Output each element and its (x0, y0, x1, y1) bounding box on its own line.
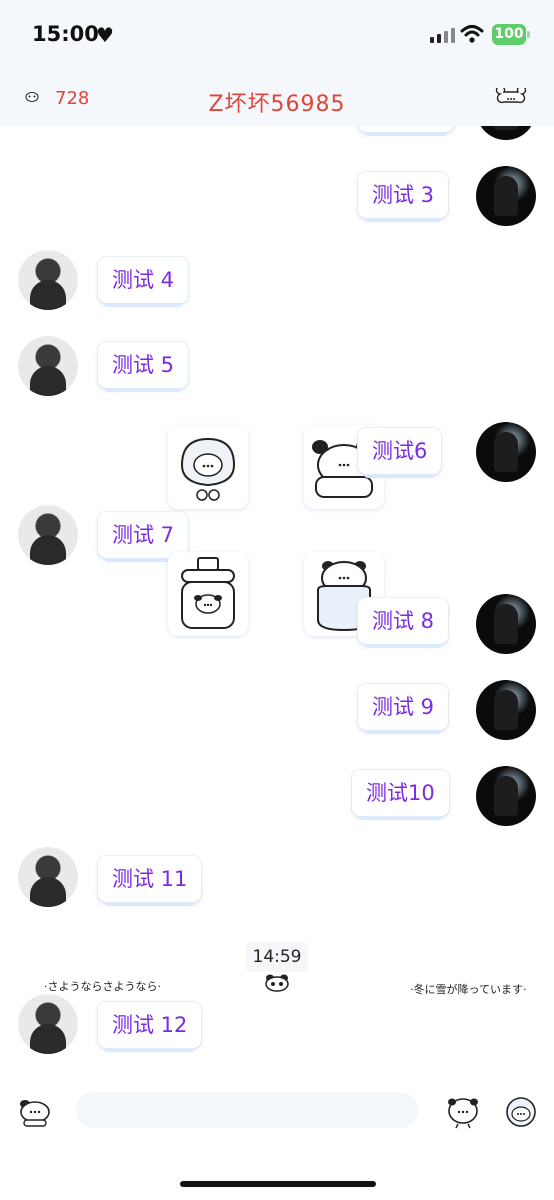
plus-icon[interactable] (504, 1094, 538, 1130)
avatar-contact[interactable] (18, 250, 78, 310)
decoration-text-right: ·冬に雪が降っています· (410, 983, 527, 996)
chat-title: Z坏坏56985 (208, 92, 346, 117)
status-time: 15:00 (32, 22, 99, 46)
avatar-contact[interactable] (18, 847, 78, 907)
status-bar: 15:00 ♥ 100 (0, 0, 554, 68)
avatar-self[interactable] (476, 766, 536, 826)
message-bubble[interactable]: 测试 11 (98, 856, 202, 906)
avatar-contact[interactable] (18, 336, 78, 396)
message-bubble[interactable]: 测试 3 (358, 172, 449, 222)
wifi-icon (460, 25, 484, 43)
battery-icon: 100 (492, 24, 530, 45)
avatar-contact[interactable] (18, 994, 78, 1054)
message-bubble[interactable]: 测试10 (352, 770, 449, 820)
mascot-icon[interactable] (18, 1096, 52, 1128)
battery-level: 100 (494, 26, 524, 42)
avatar-self[interactable] (476, 166, 536, 226)
panda-face-icon (265, 974, 289, 992)
message-bubble[interactable]: 测试 12 (98, 1002, 202, 1052)
emoji-icon[interactable] (446, 1094, 480, 1130)
decoration-text-left: ·さようならさようなら· (44, 980, 161, 993)
message-bubble[interactable]: 测试 5 (98, 342, 189, 392)
message-bubble[interactable]: 测试 4 (98, 257, 189, 307)
avatar-self[interactable] (476, 422, 536, 482)
header-overlay: 728 Z坏坏56985 (0, 68, 554, 126)
sticker-mascot-blanket[interactable] (168, 425, 248, 509)
sticker-jar[interactable] (168, 552, 248, 636)
home-indicator[interactable] (180, 1181, 376, 1187)
heart-icon: ♥ (96, 23, 114, 47)
message-bubble[interactable]: 测试 9 (358, 684, 449, 734)
avatar-self[interactable] (476, 680, 536, 740)
avatar-contact[interactable] (18, 505, 78, 565)
message-bubble[interactable]: 测试 8 (358, 598, 449, 648)
bone-icon[interactable] (494, 88, 528, 108)
avatar-self[interactable] (476, 594, 536, 654)
signal-icon (430, 28, 455, 43)
message-input[interactable] (76, 1092, 418, 1128)
message-bubble[interactable]: 测试6 (358, 428, 442, 478)
timestamp: 14:59 (246, 942, 308, 972)
chat-screen: 15:00 ♥ 100 728 Z坏坏56985 测试 3 测试 4 测试 5 … (0, 0, 554, 1200)
